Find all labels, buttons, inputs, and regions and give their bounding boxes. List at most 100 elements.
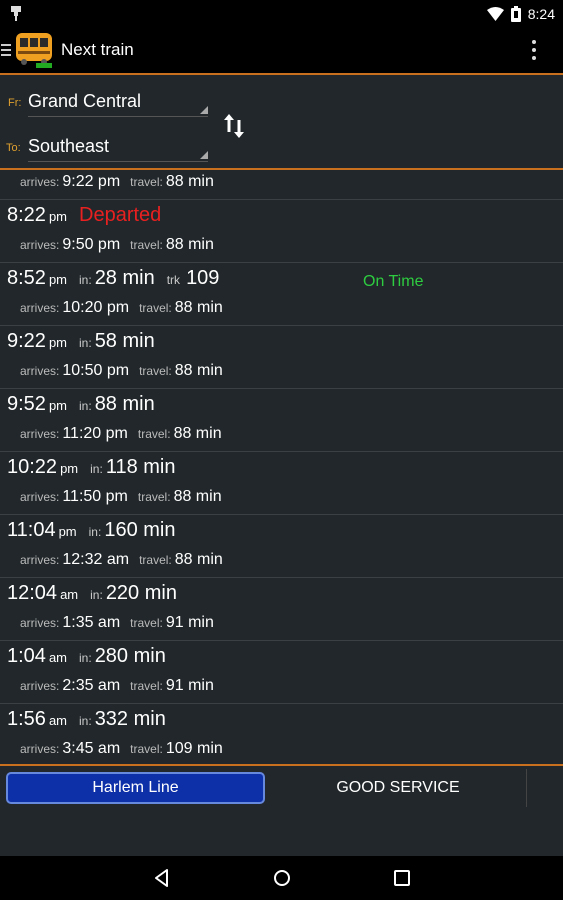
train-departure-info: 8:22 pm Departed [7, 204, 161, 232]
recents-icon[interactable] [391, 867, 413, 889]
train-row[interactable]: 12:04 am in: 220 min arrives: 1:35 am tr… [0, 578, 563, 641]
from-label: Fr: [8, 97, 22, 109]
train-arrival-info: arrives: 9:50 pm travel: 88 min [20, 236, 214, 254]
swap-stations-icon[interactable] [223, 112, 245, 140]
departure-time: 1:04 [7, 645, 46, 667]
wifi-icon [486, 6, 504, 21]
footer-divider [0, 764, 563, 766]
arrives-value: 11:20 pm [62, 425, 128, 442]
train-arrival-info: arrives: 12:32 am travel: 88 min [20, 551, 223, 569]
travel-value: 88 min [165, 236, 214, 253]
train-row[interactable]: 1:56 am in: 332 min arrives: 3:45 am tra… [0, 704, 563, 767]
departure-ampm: am [60, 587, 79, 602]
departure-time: 9:22 [7, 330, 46, 352]
departure-ampm: am [48, 713, 67, 728]
arrives-label: arrives: [20, 742, 60, 756]
app-title: Next train [61, 40, 134, 59]
travel-value: 91 min [165, 614, 214, 631]
travel-value: 91 min [165, 677, 214, 694]
spinner-arrow-icon [200, 106, 208, 114]
arrives-value: 10:20 pm [62, 299, 130, 316]
in-value: 88 min [94, 393, 155, 415]
train-app-icon[interactable] [14, 31, 54, 69]
in-label: in: [79, 399, 92, 413]
in-value: 332 min [94, 708, 166, 730]
travel-label: travel: [137, 490, 171, 504]
departure-time: 12:04 [7, 582, 58, 604]
arrives-label: arrives: [20, 301, 60, 315]
train-arrival-info: arrives: 11:50 pm travel: 88 min [20, 488, 222, 506]
train-row[interactable]: arrives: 9:22 pm travel: 88 min [0, 137, 563, 200]
departure-time: 10:22 [7, 456, 58, 478]
in-label: in: [79, 651, 92, 665]
departure-time: 9:52 [7, 393, 46, 415]
travel-label: travel: [130, 679, 163, 693]
service-status[interactable]: GOOD SERVICE [270, 772, 526, 804]
train-departure-info: 10:22 pm in: 118 min [7, 456, 175, 484]
from-station-spinner[interactable]: Grand Central [28, 87, 208, 117]
travel-value: 88 min [174, 551, 223, 568]
train-row[interactable]: 9:52 pm in: 88 min arrives: 11:20 pm tra… [0, 389, 563, 452]
train-row[interactable]: 11:04 pm in: 160 min arrives: 12:32 am t… [0, 515, 563, 578]
navigation-bar [0, 856, 563, 900]
departure-ampm: pm [58, 524, 77, 539]
home-icon[interactable] [271, 867, 293, 889]
train-row[interactable]: 9:22 pm in: 58 min arrives: 10:50 pm tra… [0, 326, 563, 389]
train-arrival-info: arrives: 1:35 am travel: 91 min [20, 614, 214, 632]
arrives-value: 9:50 pm [62, 236, 121, 253]
drawer-menu-icon[interactable] [1, 43, 11, 57]
track-value: 109 [186, 267, 220, 289]
train-row[interactable]: 8:52 pm in: 28 min trk 109 On Time arriv… [0, 263, 563, 326]
departure-time: 11:04 [7, 519, 56, 541]
arrives-label: arrives: [20, 238, 60, 252]
arrives-value: 2:35 am [62, 677, 121, 694]
line-button-label: Harlem Line [92, 779, 179, 796]
departed-status: Departed [79, 204, 162, 226]
status-divider [526, 769, 527, 807]
overflow-menu-icon[interactable] [527, 38, 541, 62]
train-arrival-info: arrives: 10:20 pm travel: 88 min [20, 299, 223, 317]
departure-ampm: pm [48, 272, 67, 287]
in-label: in: [88, 525, 102, 539]
notification-icon [11, 6, 21, 21]
travel-value: 88 min [165, 173, 214, 190]
arrives-label: arrives: [20, 490, 60, 504]
arrives-value: 9:22 pm [62, 173, 121, 190]
travel-label: travel: [130, 175, 163, 189]
train-departure-info: 1:56 am in: 332 min [7, 708, 166, 736]
train-arrival-info: arrives: 10:50 pm travel: 88 min [20, 362, 223, 380]
from-station-value: Grand Central [28, 91, 142, 111]
departure-ampm: pm [48, 398, 67, 413]
departure-ampm: pm [48, 335, 67, 350]
train-row[interactable]: 1:04 am in: 280 min arrives: 2:35 am tra… [0, 641, 563, 704]
clock: 8:24 [527, 5, 555, 22]
arrives-value: 1:35 am [62, 614, 121, 631]
in-value: 58 min [94, 330, 155, 352]
arrives-value: 3:45 am [62, 740, 121, 757]
back-icon[interactable] [151, 867, 173, 889]
departure-time: 8:22 [7, 204, 46, 226]
track-label: trk [166, 273, 181, 287]
train-arrival-info: arrives: 3:45 am travel: 109 min [20, 740, 223, 758]
status-bar: 8:24 [0, 0, 563, 27]
travel-label: travel: [130, 238, 163, 252]
travel-label: travel: [139, 553, 172, 567]
in-label: in: [79, 273, 92, 287]
departure-ampm: pm [48, 209, 67, 224]
train-row[interactable]: 10:22 pm in: 118 min arrives: 11:50 pm t… [0, 452, 563, 515]
on-time-status: On Time [363, 273, 424, 290]
arrives-label: arrives: [20, 364, 60, 378]
in-label: in: [79, 714, 92, 728]
in-value: 280 min [94, 645, 166, 667]
line-select-button[interactable]: Harlem Line [6, 772, 265, 804]
battery-icon [510, 5, 521, 22]
train-arrival-info: arrives: 11:20 pm travel: 88 min [20, 425, 222, 443]
departure-ampm: pm [60, 461, 79, 476]
train-departure-info: 9:52 pm in: 88 min [7, 393, 155, 421]
in-label: in: [90, 462, 103, 476]
departure-time: 8:52 [7, 267, 46, 289]
train-arrival-info: arrives: 9:22 pm travel: 88 min [20, 173, 214, 191]
arrives-label: arrives: [20, 427, 60, 441]
train-row[interactable]: 8:22 pm Departed arrives: 9:50 pm travel… [0, 200, 563, 263]
travel-label: travel: [139, 364, 172, 378]
